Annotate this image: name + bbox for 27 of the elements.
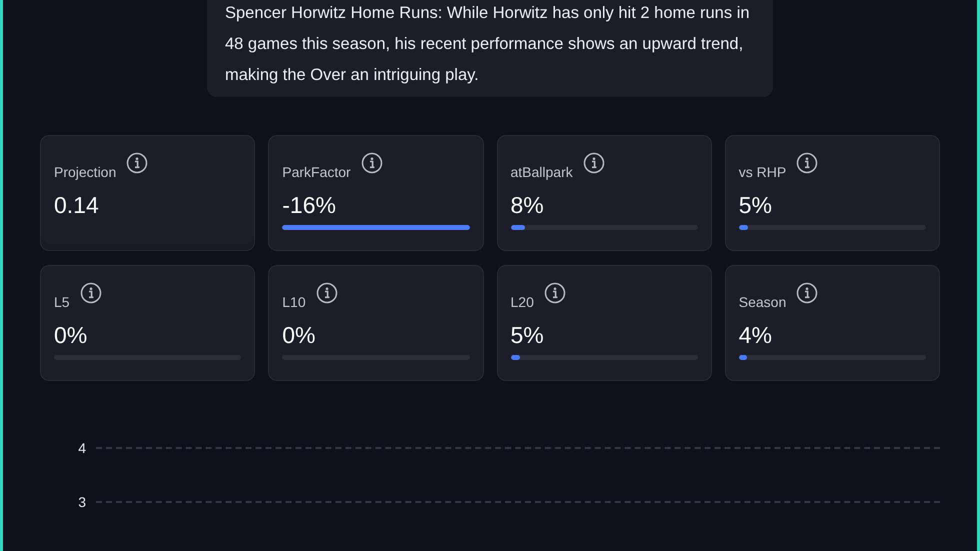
stat-value: -16% [282,192,337,219]
stat-value: 0% [282,322,316,349]
stat-value: 5% [738,192,773,219]
stat-value: 0% [54,322,88,349]
info-icon[interactable] [316,282,338,304]
axis-label: 3 [77,494,86,510]
stat-label: L5 [54,294,70,310]
axis-label: 4 [77,440,86,456]
info-icon[interactable] [796,282,818,304]
stat-label: Season [738,294,786,310]
stat-label: ParkFactor [282,164,351,180]
stat-value: 4% [738,322,773,349]
info-icon[interactable] [582,152,605,174]
info-icon[interactable] [544,282,566,304]
stat-label: atBallpark [510,164,573,180]
stat-value: 0.14 [54,192,100,219]
stat-value: 5% [510,322,545,349]
summary-text: Spencer Horwitz Home Runs: While Horwitz has only hit 2 home runs in 48 games this season, his recent performance shows an upward trend, making the Over an intriguing play. [207,0,773,97]
stat-value: 8% [510,192,545,219]
info-icon[interactable] [126,152,148,174]
info-icon[interactable] [360,152,383,174]
stat-label: L10 [282,294,306,310]
info-icon[interactable] [796,152,818,174]
stat-label: Projection [54,164,116,180]
stat-label: L20 [510,294,534,310]
stat-label: vs RHP [738,164,786,180]
info-icon[interactable] [80,282,102,304]
